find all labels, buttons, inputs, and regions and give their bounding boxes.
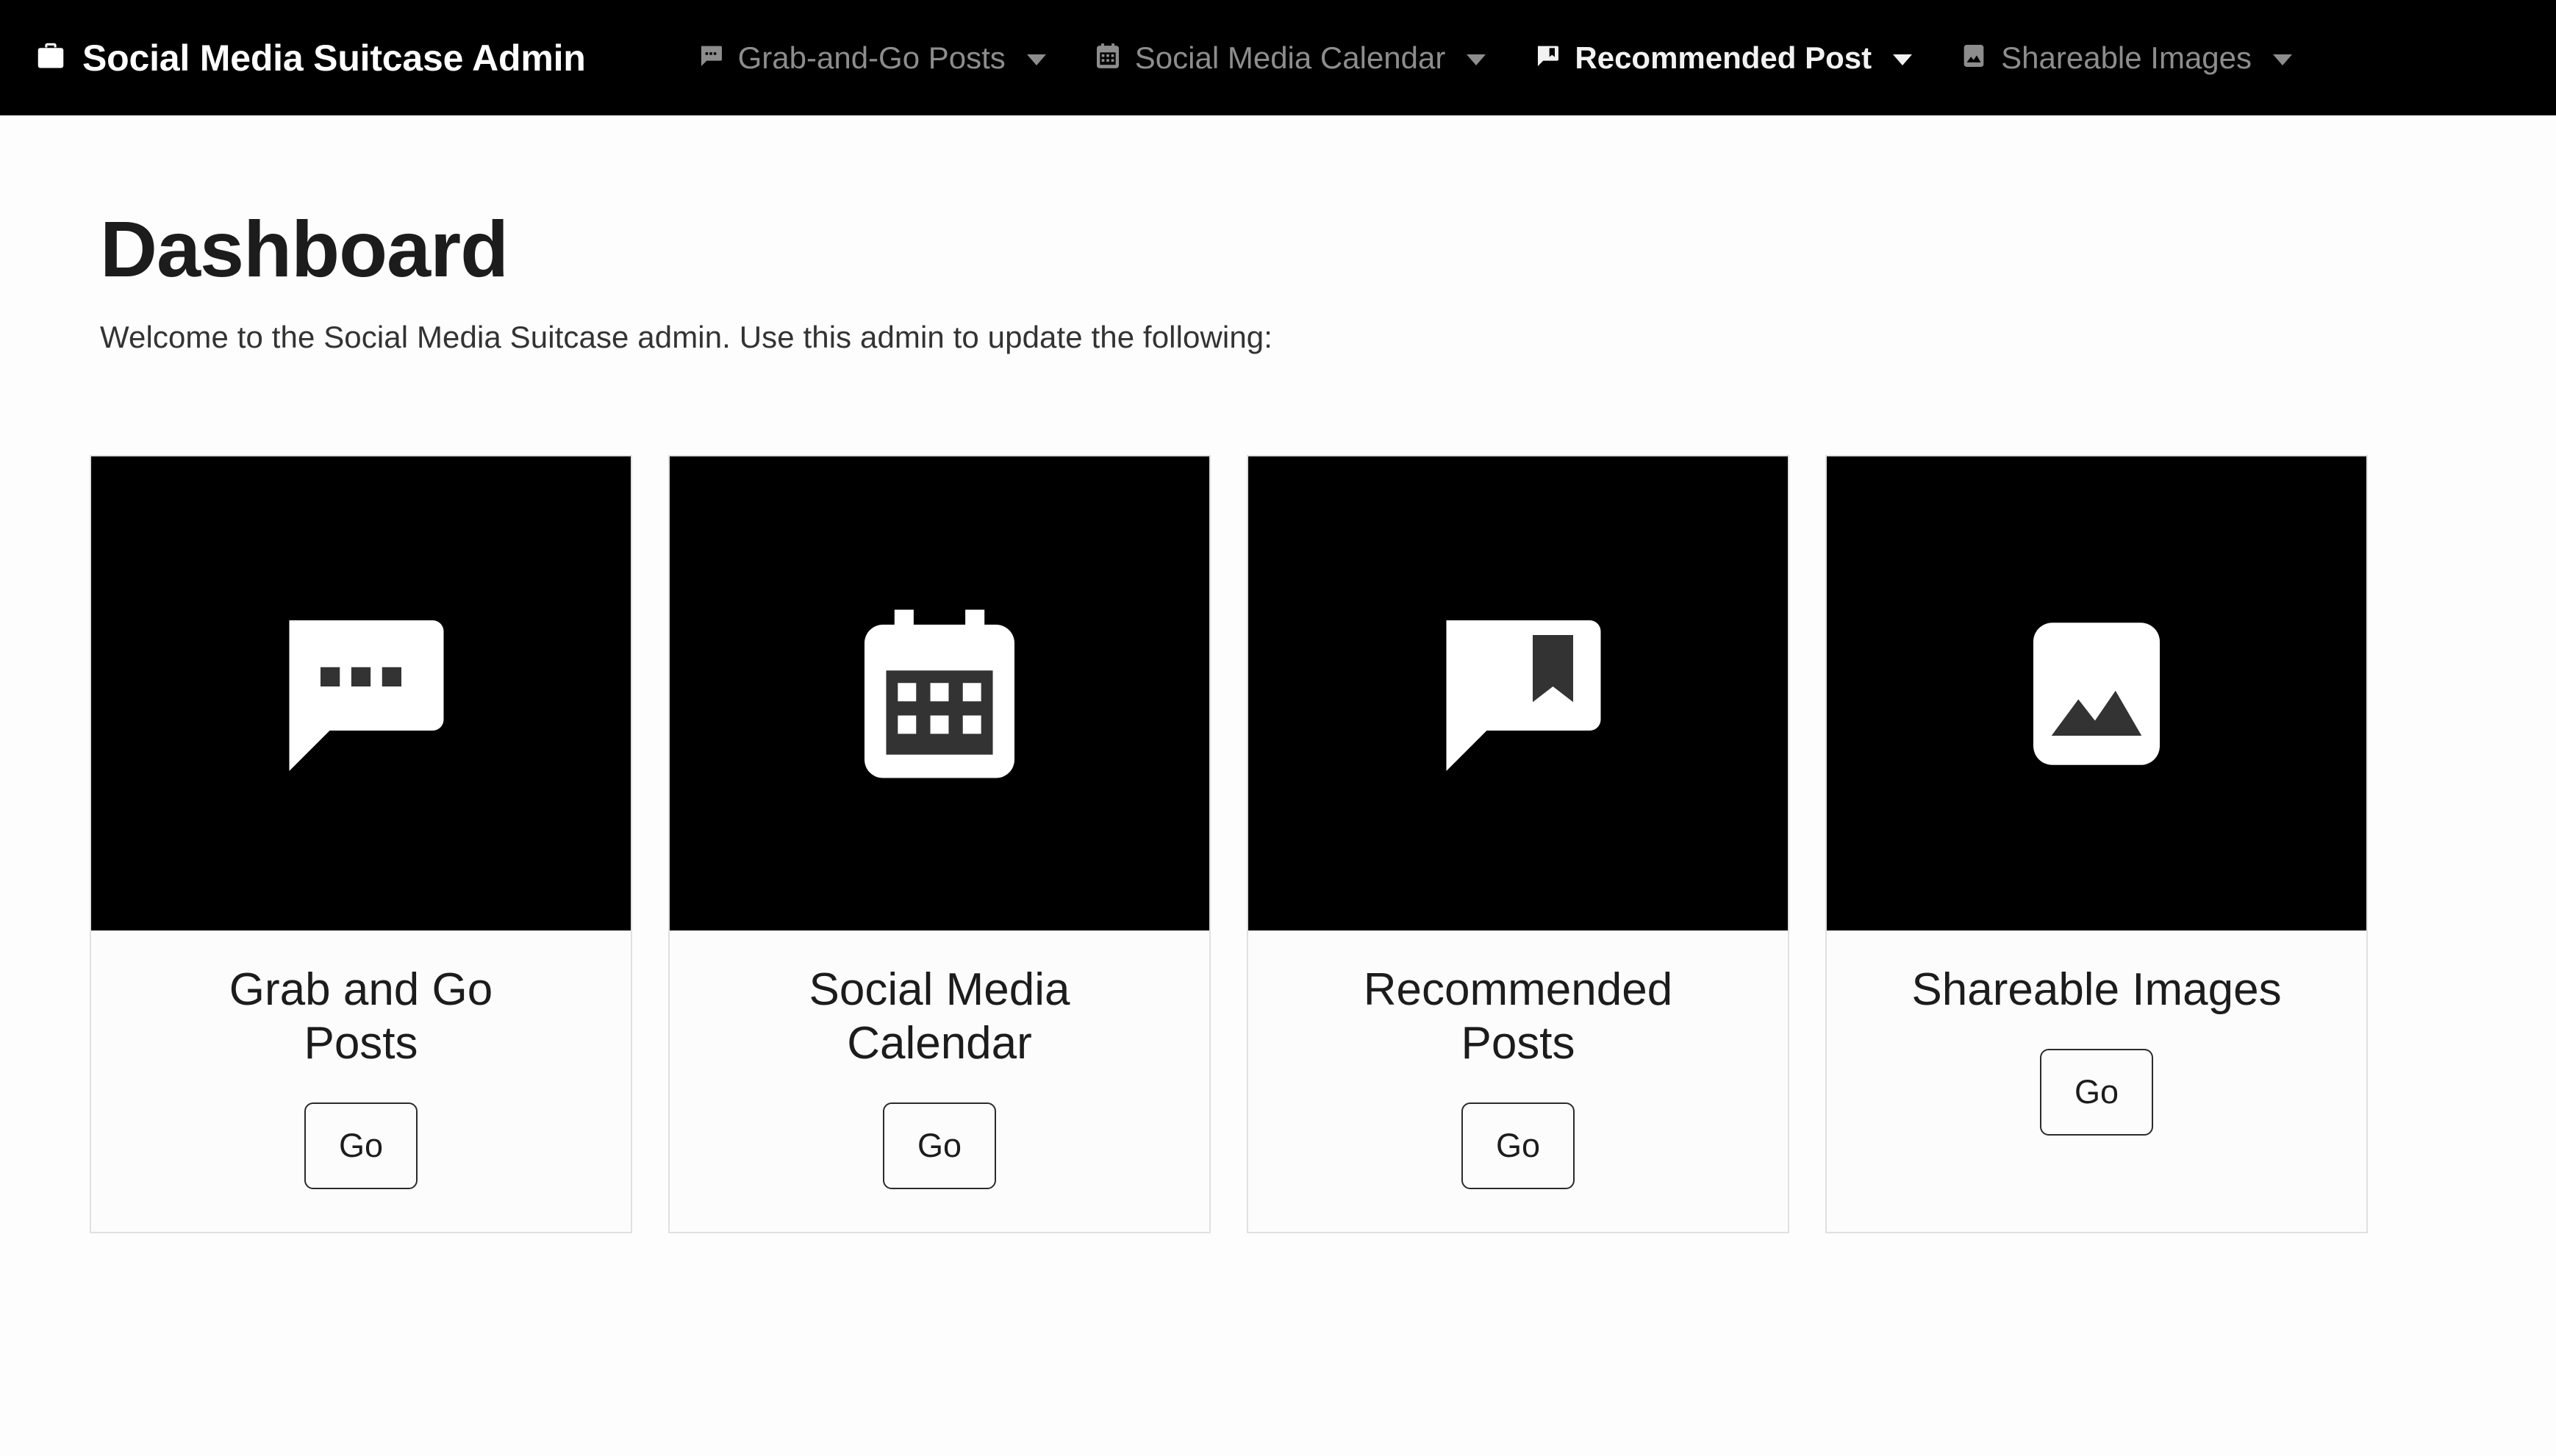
nav-item-label: Recommended Post xyxy=(1575,40,1872,75)
dashboard-card-grab-and-go-posts[interactable]: Grab and Go Posts Go xyxy=(90,455,632,1234)
nav-item-label: Social Media Calendar xyxy=(1134,40,1446,75)
go-button[interactable]: Go xyxy=(304,1102,418,1190)
dashboard-card-grid: Grab and Go Posts Go Social Media Calend… xyxy=(90,455,2471,1234)
go-button[interactable]: Go xyxy=(1461,1102,1575,1190)
dashboard-card-social-media-calendar[interactable]: Social Media Calendar Go xyxy=(668,455,1211,1234)
card-body: Recommended Posts Go xyxy=(1248,930,1788,1232)
brand-label: Social Media Suitcase Admin xyxy=(82,37,586,79)
card-thumbnail xyxy=(670,456,1209,930)
nav-item-shareable-images[interactable]: Shareable Images xyxy=(1936,40,2316,76)
nav-item-grab-and-go-posts[interactable]: Grab-and-Go Posts xyxy=(673,40,1070,76)
nav-item-social-media-calendar[interactable]: Social Media Calendar xyxy=(1070,40,1510,76)
dashboard-card-shareable-images[interactable]: Shareable Images Go xyxy=(1825,455,2368,1234)
card-title: Grab and Go Posts xyxy=(229,964,493,1069)
image-icon xyxy=(1959,41,1988,74)
card-title: Social Media Calendar xyxy=(809,964,1070,1069)
card-body: Grab and Go Posts Go xyxy=(91,930,631,1232)
card-title: Recommended Posts xyxy=(1363,964,1673,1069)
speech-bubble-dots-icon xyxy=(289,620,444,771)
card-body: Social Media Calendar Go xyxy=(670,930,1209,1232)
navbar-items: Grab-and-Go Posts Social Media Calendar … xyxy=(673,40,2316,76)
brand-link[interactable]: Social Media Suitcase Admin xyxy=(34,37,586,79)
speech-bubble-dots-icon xyxy=(696,41,726,74)
card-thumbnail xyxy=(91,456,631,930)
chevron-down-icon xyxy=(1893,54,1913,65)
dashboard-card-recommended-posts[interactable]: Recommended Posts Go xyxy=(1247,455,1789,1234)
main-content: Dashboard Welcome to the Social Media Su… xyxy=(0,115,2556,1456)
nav-item-recommended-post[interactable]: Recommended Post xyxy=(1509,40,1936,76)
speech-bubble-bookmark-icon xyxy=(1533,41,1562,74)
go-button[interactable]: Go xyxy=(2040,1049,2153,1136)
go-button[interactable]: Go xyxy=(883,1102,996,1190)
chevron-down-icon xyxy=(2273,54,2293,65)
nav-item-label: Shareable Images xyxy=(2001,40,2252,75)
chevron-down-icon xyxy=(1026,54,1046,65)
welcome-text: Welcome to the Social Media Suitcase adm… xyxy=(100,320,1273,355)
card-title: Shareable Images xyxy=(1911,964,2282,1015)
card-body: Shareable Images Go xyxy=(1827,930,2366,1178)
calendar-icon xyxy=(864,609,1014,778)
card-thumbnail xyxy=(1827,456,2366,930)
suitcase-icon xyxy=(34,39,68,76)
card-thumbnail xyxy=(1248,456,1788,930)
chevron-down-icon xyxy=(1467,54,1486,65)
page-title: Dashboard xyxy=(100,204,509,293)
speech-bubble-bookmark-icon xyxy=(1446,620,1601,771)
calendar-icon xyxy=(1093,41,1123,74)
image-icon xyxy=(2033,622,2160,765)
top-navbar: Social Media Suitcase Admin Grab-and-Go … xyxy=(0,0,2556,115)
nav-item-label: Grab-and-Go Posts xyxy=(737,40,1006,75)
